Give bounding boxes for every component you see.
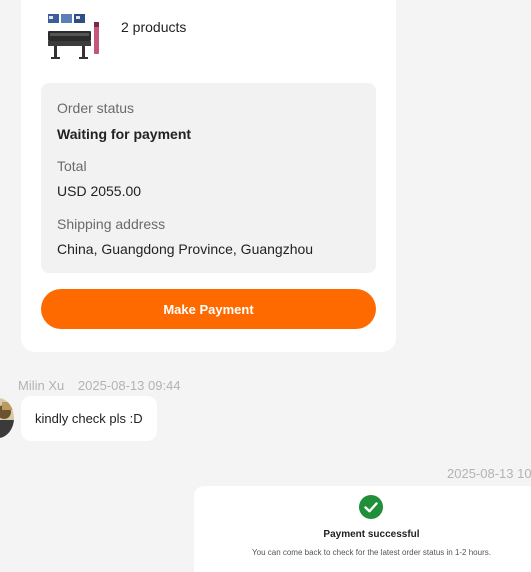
message-bubble: kindly check pls :D — [21, 396, 157, 441]
shipping-address-value: China, Guangdong Province, Guangzhou — [57, 241, 314, 257]
payment-success-subtitle: You can come back to check for the lates… — [252, 548, 491, 557]
order-status-label: Order status — [57, 100, 135, 116]
total-value: USD 2055.00 — [57, 183, 142, 199]
payment-success-title: Payment successful — [323, 529, 420, 540]
payment-success-card: Payment successful You can come back to … — [194, 486, 531, 572]
total-label: Total — [57, 158, 87, 174]
printer-product-thumbnail — [45, 12, 103, 64]
check-circle-icon — [359, 495, 383, 519]
product-row[interactable]: 2 products — [45, 12, 186, 64]
order-card: 2 products Order status Waiting for paym… — [21, 0, 396, 352]
shipping-address-label: Shipping address — [57, 216, 166, 232]
avatar-image — [0, 398, 14, 438]
payment-notice-timestamp: 2025-08-13 10 — [447, 466, 531, 481]
order-info-box: Order status Waiting for payment Total U… — [41, 83, 376, 273]
order-status-value: Waiting for payment — [57, 126, 192, 142]
message-sender: Milin Xu — [18, 378, 65, 393]
make-payment-button[interactable]: Make Payment — [41, 289, 376, 329]
message-meta: Milin Xu 2025-08-13 09:44 — [18, 378, 181, 393]
message-timestamp: 2025-08-13 09:44 — [77, 378, 181, 393]
avatar[interactable] — [0, 398, 14, 438]
message-text: kindly check pls :D — [35, 411, 143, 426]
product-count: 2 products — [121, 19, 187, 35]
